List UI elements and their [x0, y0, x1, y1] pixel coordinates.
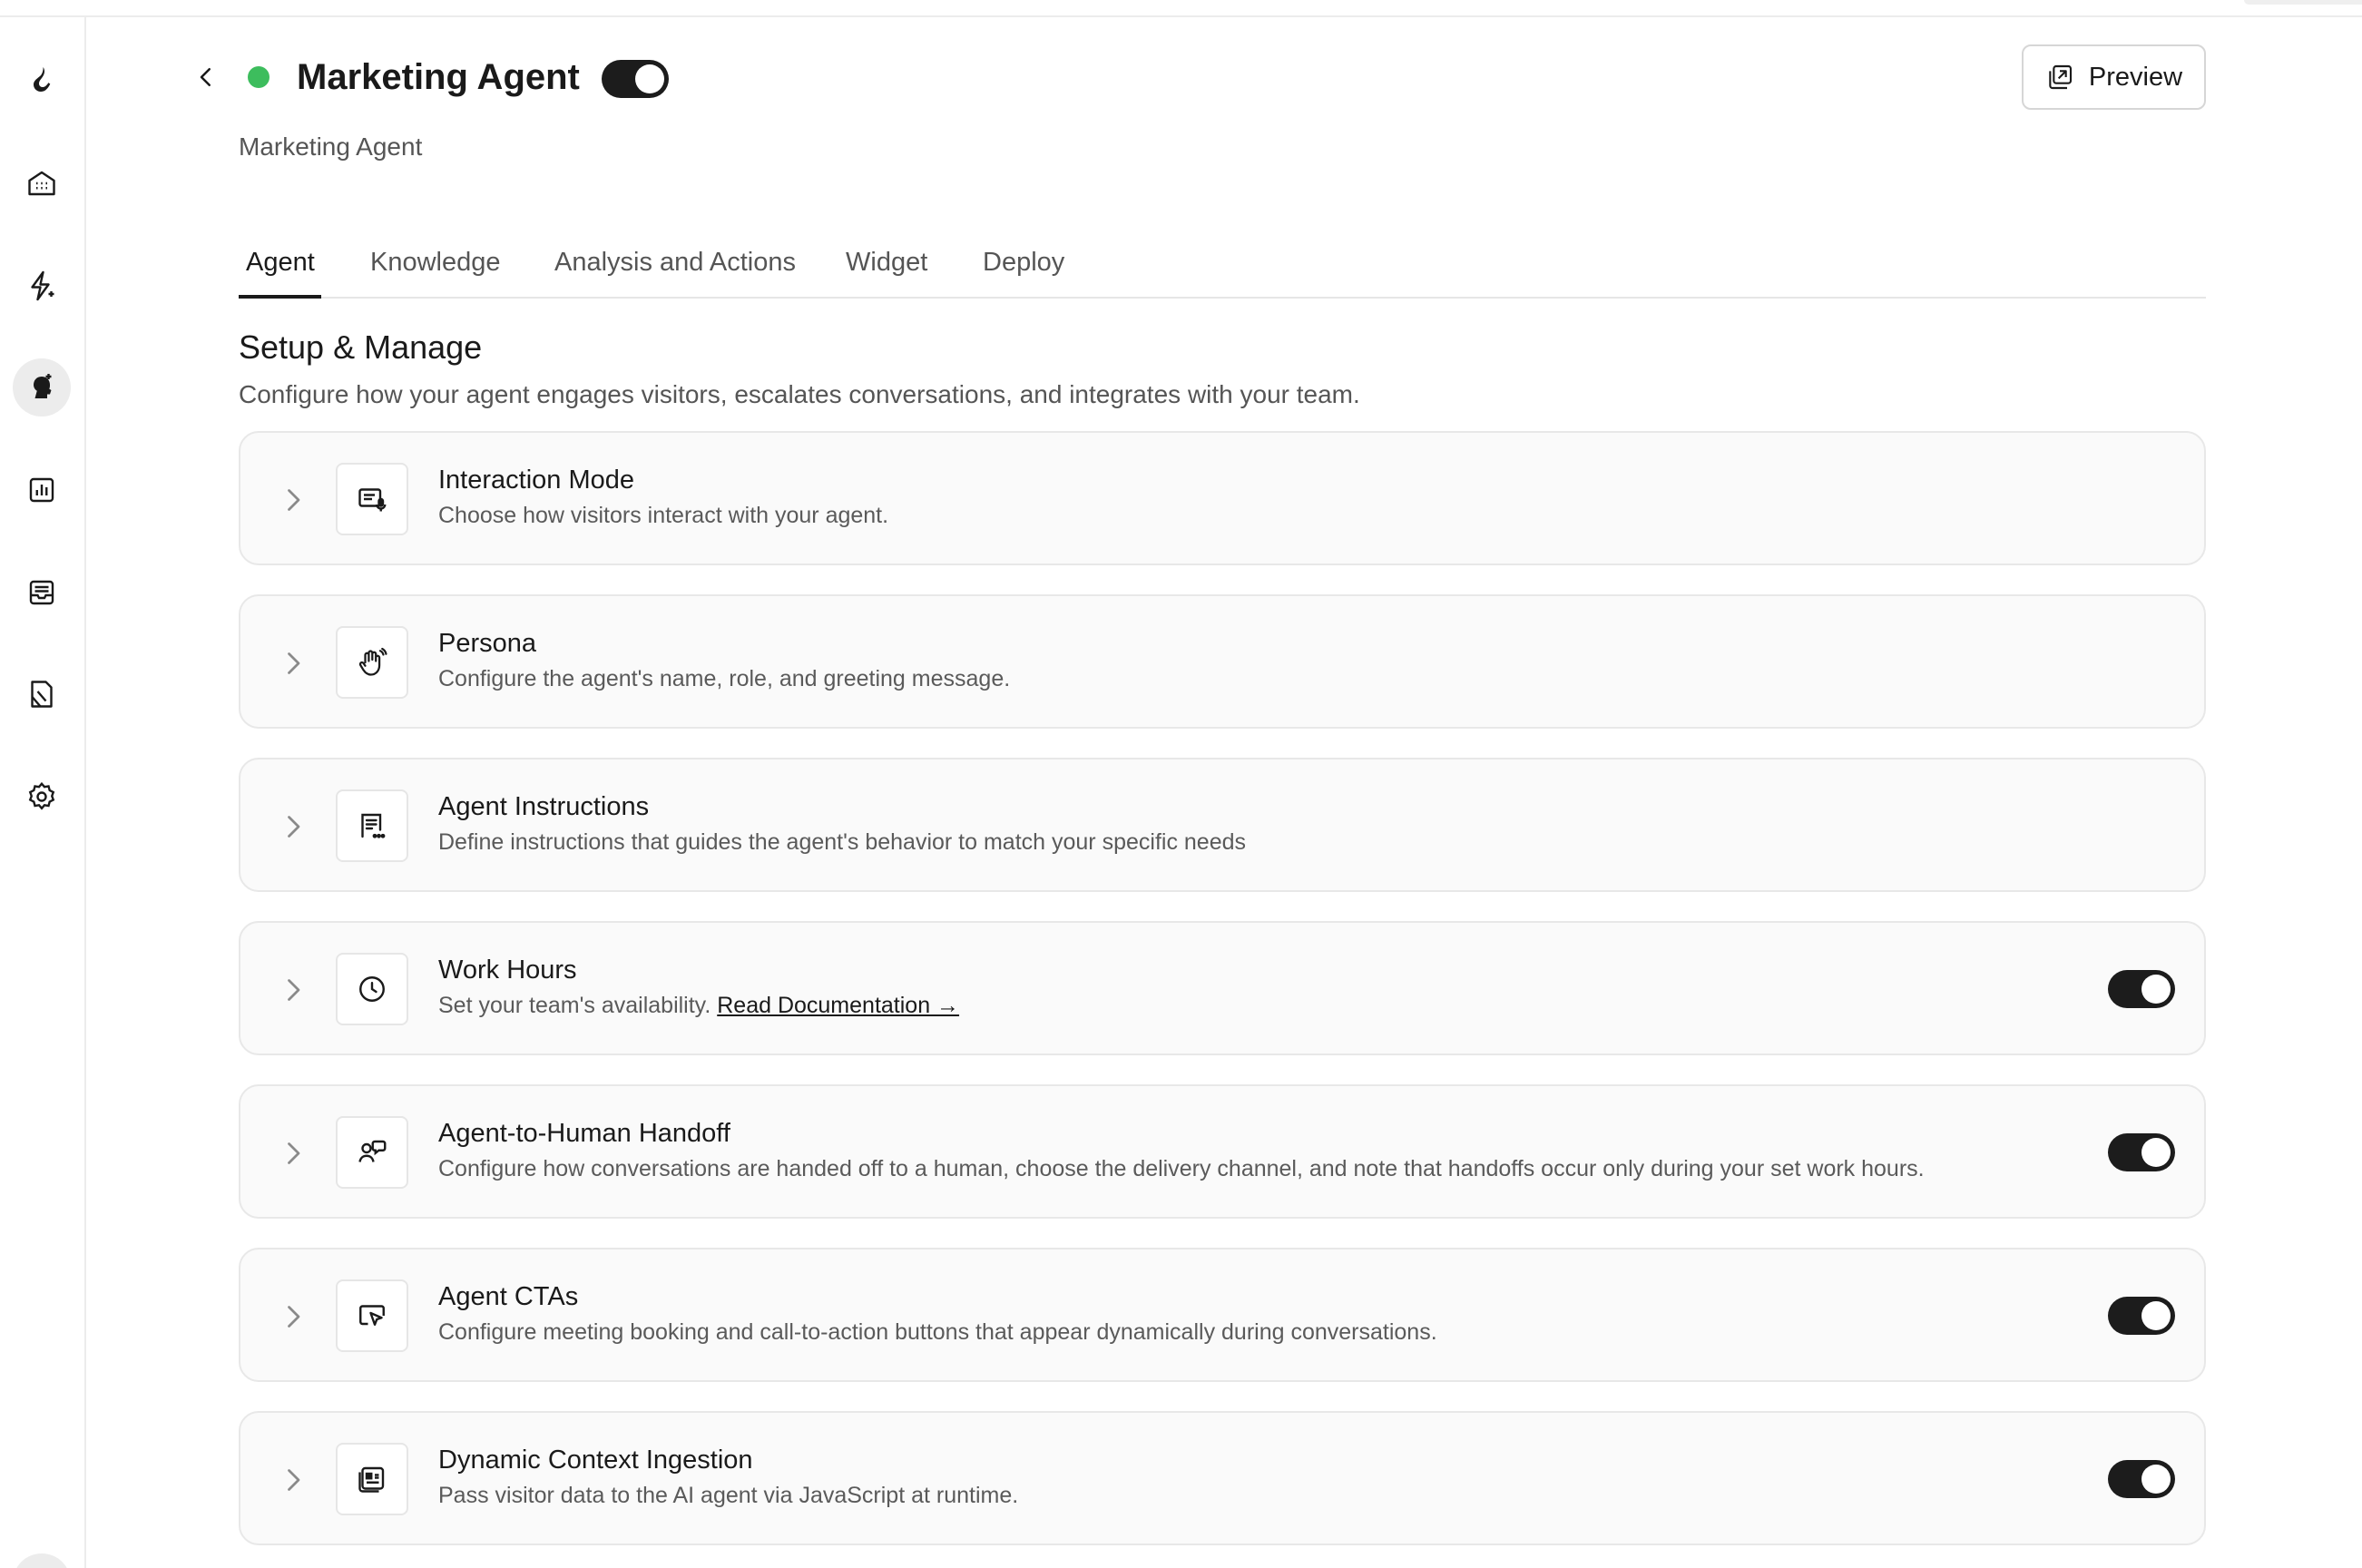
preview-label: Preview — [2088, 62, 2183, 92]
card-description: Configure how conversations are handed o… — [438, 1156, 1925, 1181]
chevron-right-icon — [288, 489, 300, 511]
chevron-left-icon — [200, 68, 211, 86]
section-description: Configure how your agent engages visitor… — [239, 380, 1360, 408]
sidebar-item-logo[interactable] — [13, 52, 71, 110]
card-agent-to-human-handoff[interactable]: Agent-to-Human Handoff Configure how con… — [239, 1084, 2206, 1219]
toggle-knob — [2141, 1301, 2171, 1330]
waving-hand-icon — [358, 647, 387, 676]
card-persona[interactable]: Persona Configure the agent's name, role… — [239, 594, 2206, 729]
card-title: Agent CTAs — [438, 1282, 579, 1311]
card-description: Define instructions that guides the agen… — [438, 829, 1247, 855]
sidebar — [0, 17, 86, 1568]
card-title: Work Hours — [438, 956, 577, 985]
tab-deploy[interactable]: Deploy — [983, 248, 1064, 278]
chevron-right-icon — [288, 1469, 300, 1491]
read-documentation-link[interactable]: Read Documentation → — [717, 993, 959, 1018]
sidebar-item-inbox[interactable] — [13, 564, 71, 622]
avatar[interactable] — [13, 1553, 71, 1568]
agent-icon — [34, 374, 52, 398]
handoff-toggle[interactable] — [2108, 1133, 2175, 1171]
top-bar — [0, 0, 2362, 17]
toggle-knob — [635, 64, 664, 93]
cursor-click-icon — [359, 1305, 385, 1326]
sidebar-item-documents[interactable] — [13, 665, 71, 723]
card-icon-box — [336, 463, 408, 535]
sparkle-bolt-icon — [31, 270, 54, 301]
logo-icon — [34, 67, 51, 92]
card-icon-box — [336, 1443, 408, 1515]
page-title: Marketing Agent — [297, 57, 580, 97]
card-description: Configure the agent's name, role, and gr… — [438, 666, 1011, 691]
card-description: Choose how visitors interact with your a… — [438, 503, 889, 528]
card-title: Interaction Mode — [438, 466, 635, 495]
card-icon-box — [336, 1116, 408, 1189]
card-title: Persona — [438, 629, 537, 658]
work-hours-toggle[interactable] — [2108, 970, 2175, 1008]
page-subtitle: Marketing Agent — [239, 132, 423, 161]
sidebar-item-home[interactable] — [13, 154, 71, 212]
active-tab-indicator — [239, 295, 321, 299]
card-title: Agent Instructions — [438, 792, 650, 821]
home-icon — [28, 171, 55, 196]
card-work-hours[interactable]: Work Hours Set your team's availability.… — [239, 921, 2206, 1055]
analytics-icon — [29, 477, 54, 503]
card-agent-ctas[interactable]: Agent CTAs Configure meeting booking and… — [239, 1248, 2206, 1382]
instructions-icon — [361, 813, 386, 838]
sidebar-item-agents[interactable] — [13, 358, 71, 416]
agent-ctas-toggle[interactable] — [2108, 1297, 2175, 1335]
sidebar-item-analytics[interactable] — [13, 461, 71, 519]
card-icon-box — [336, 789, 408, 862]
handoff-icon — [358, 1140, 387, 1162]
preview-button[interactable]: Preview — [2022, 44, 2206, 110]
card-interaction-mode[interactable]: Interaction Mode Choose how visitors int… — [239, 431, 2206, 565]
inbox-icon — [29, 580, 54, 605]
top-corner — [2244, 0, 2362, 5]
tab-agent[interactable]: Agent — [246, 248, 315, 278]
card-icon-box — [336, 626, 408, 699]
card-description: Configure meeting booking and call-to-ac… — [438, 1319, 1437, 1345]
dynamic-context-toggle[interactable] — [2108, 1460, 2175, 1498]
chevron-right-icon — [288, 1306, 300, 1328]
card-description: Pass visitor data to the AI agent via Ja… — [438, 1483, 1019, 1508]
clock-icon — [359, 976, 385, 1002]
card-description: Set your team's availability. Read Docum… — [438, 993, 959, 1019]
card-icon-box — [336, 953, 408, 1025]
chevron-right-icon — [288, 1142, 300, 1164]
gear-icon — [28, 781, 55, 810]
section-title: Setup & Manage — [239, 328, 483, 366]
agent-enabled-toggle[interactable] — [602, 60, 669, 98]
document-icon — [31, 681, 53, 708]
sidebar-item-settings[interactable] — [13, 768, 71, 826]
card-agent-instructions[interactable]: Agent Instructions Define instructions t… — [239, 758, 2206, 892]
toggle-knob — [2141, 1465, 2171, 1494]
card-title: Agent-to-Human Handoff — [438, 1119, 730, 1148]
sidebar-item-automation[interactable] — [13, 257, 71, 315]
chevron-right-icon — [288, 979, 300, 1001]
chevron-right-icon — [288, 652, 300, 674]
tab-analysis-and-actions[interactable]: Analysis and Actions — [554, 248, 796, 278]
page-header: Marketing Agent Preview — [200, 44, 2206, 110]
tab-widget[interactable]: Widget — [846, 248, 927, 278]
back-button[interactable] — [186, 57, 226, 97]
toggle-knob — [2141, 975, 2171, 1004]
tab-knowledge[interactable]: Knowledge — [370, 248, 501, 278]
card-icon-box — [336, 1279, 408, 1352]
card-title: Dynamic Context Ingestion — [438, 1446, 753, 1475]
toggle-knob — [2141, 1138, 2171, 1167]
status-indicator — [248, 66, 270, 88]
context-card-icon — [358, 1466, 385, 1493]
chevron-right-icon — [288, 816, 300, 838]
external-preview-icon — [2049, 64, 2072, 90]
card-description-text: Set your team's availability. — [438, 993, 711, 1018]
card-dynamic-context-ingestion[interactable]: Dynamic Context Ingestion Pass visitor d… — [239, 1411, 2206, 1545]
chat-mic-icon — [358, 488, 387, 512]
tab-bar: Agent Knowledge Analysis and Actions Wid… — [239, 219, 2206, 299]
